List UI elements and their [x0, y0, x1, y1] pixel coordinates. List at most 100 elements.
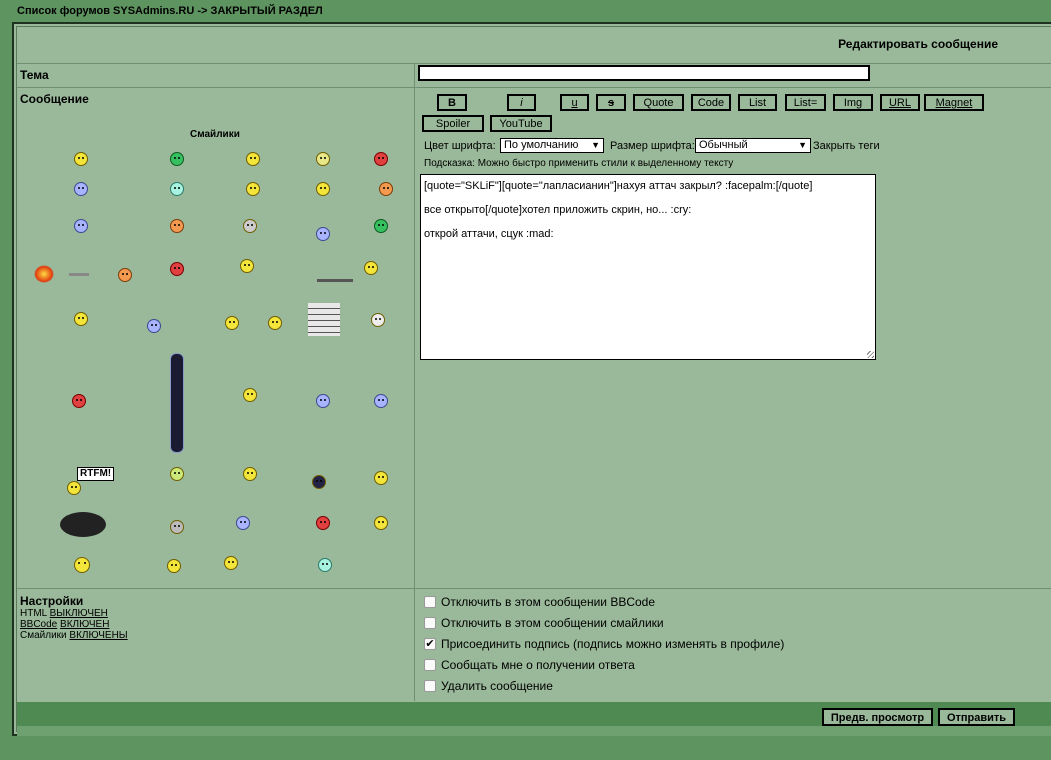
underline-button[interactable]: u: [560, 94, 589, 111]
grin-icon[interactable]: [170, 152, 184, 166]
checkbox[interactable]: [424, 680, 436, 692]
surprised-icon[interactable]: [170, 182, 184, 196]
sick-icon[interactable]: [374, 219, 388, 233]
quote-button[interactable]: Quote: [633, 94, 684, 111]
settings-title: Настройки: [20, 594, 84, 608]
wink-icon[interactable]: [74, 557, 90, 573]
shocked-icon[interactable]: [246, 182, 260, 196]
cool-icon[interactable]: [74, 219, 88, 233]
html-state-link[interactable]: ВЫКЛЮЧЕН: [50, 608, 108, 619]
submit-button[interactable]: Отправить: [938, 708, 1015, 726]
message-line: [quote="SKLiF"][quote="лапласианин"]наху…: [424, 180, 813, 192]
sunglasses-icon[interactable]: [170, 219, 184, 233]
neutral-icon[interactable]: [316, 152, 330, 166]
worried-icon[interactable]: [147, 319, 161, 333]
rtfm-smile-icon[interactable]: [67, 481, 81, 495]
blue-sad-icon[interactable]: [316, 394, 330, 408]
accordion-icon[interactable]: [224, 556, 238, 570]
checkbox[interactable]: [424, 617, 436, 629]
bold-button[interactable]: B: [437, 94, 467, 111]
dark-icon[interactable]: [312, 475, 326, 489]
preview-button[interactable]: Предв. просмотр: [822, 708, 933, 726]
angry-icon[interactable]: [374, 152, 388, 166]
frown-icon[interactable]: [374, 394, 388, 408]
smilies-title: Смайлики: [190, 129, 240, 140]
rtfm-sign[interactable]: RTFM!: [53, 467, 115, 481]
idea-icon[interactable]: [316, 227, 330, 241]
facepalm-icon[interactable]: [374, 516, 388, 530]
smilies-status: Смайлики ВКЛЮЧЕНЫ: [20, 630, 128, 641]
post-form: Редактировать сообщение Тема Сообщение С…: [12, 22, 1051, 736]
guitar-icon[interactable]: [240, 259, 254, 273]
option-label: Отключить в этом сообщении BBCode: [441, 595, 656, 609]
angel-icon[interactable]: [74, 312, 88, 326]
font-color-select[interactable]: По умолчанию ▼: [500, 138, 604, 153]
magnet-button[interactable]: Magnet: [924, 94, 984, 111]
tongue-icon[interactable]: [379, 182, 393, 196]
html-status: HTML ВЫКЛЮЧЕН: [20, 608, 108, 619]
viking-icon[interactable]: [170, 520, 184, 534]
subject-input[interactable]: [418, 65, 870, 81]
message-textarea[interactable]: [quote="SKLiF"][quote="лапласианин"]наху…: [420, 174, 876, 360]
italic-button[interactable]: i: [507, 94, 536, 111]
bbcode-state-link[interactable]: ВКЛЮЧЕН: [60, 619, 109, 630]
list-eq-button[interactable]: List=: [785, 94, 826, 111]
option-label: Отключить в этом сообщении смайлики: [441, 616, 664, 630]
wall-icon[interactable]: [308, 303, 340, 336]
smilies-state-link[interactable]: ВКЛЮЧЕНЫ: [69, 630, 127, 641]
breadcrumb-separator: ->: [197, 5, 208, 17]
ninja-icon[interactable]: [243, 219, 257, 233]
divider: [17, 588, 1051, 589]
smile-icon[interactable]: [74, 152, 88, 166]
evil-icon[interactable]: [170, 262, 184, 276]
font-size-label: Размер шрифта:: [610, 140, 695, 152]
checkbox-checked[interactable]: ✔: [424, 638, 436, 650]
banana-icon[interactable]: [243, 467, 257, 481]
section-link[interactable]: ЗАКРЫТЫЙ РАЗДЕЛ: [211, 5, 323, 17]
youtube-button[interactable]: YouTube: [490, 115, 552, 132]
forum-list-link[interactable]: Список форумов SYSAdmins.RU: [17, 5, 194, 17]
list-button[interactable]: List: [738, 94, 777, 111]
confused-icon[interactable]: [316, 182, 330, 196]
divider: [17, 87, 1051, 88]
checkbox[interactable]: [424, 596, 436, 608]
spoiler-button[interactable]: Spoiler: [422, 115, 484, 132]
column-divider: [414, 63, 415, 701]
shooting-icon[interactable]: [118, 268, 132, 282]
code-button[interactable]: Code: [691, 94, 731, 111]
crying-icon[interactable]: [374, 471, 388, 485]
flying-icon[interactable]: [243, 388, 257, 402]
snail-icon[interactable]: [236, 516, 250, 530]
option-label: Сообщать мне о получении ответа: [441, 658, 635, 672]
mad-icon[interactable]: [316, 516, 330, 530]
url-button[interactable]: URL: [880, 94, 920, 111]
dumbbell-icon[interactable]: [225, 316, 239, 330]
goofy-icon[interactable]: [170, 467, 184, 481]
sad-icon[interactable]: [74, 182, 88, 196]
resize-handle[interactable]: [867, 351, 874, 358]
explosion-icon[interactable]: [34, 265, 54, 283]
img-button[interactable]: Img: [833, 94, 873, 111]
message-line: все открыто[/quote]хотел приложить скрин…: [424, 204, 692, 216]
settings-block: Настройки HTML ВЫКЛЮЧЕН BBCode ВКЛЮЧЕН С…: [20, 594, 128, 641]
red-face-icon[interactable]: [72, 394, 86, 408]
drinking-icon[interactable]: [318, 558, 332, 572]
hint-text: Подсказка: Можно быстро применить стили …: [424, 158, 734, 169]
smoke-cloud-icon[interactable]: [60, 512, 106, 537]
tall-smile-icon[interactable]: [170, 353, 184, 453]
font-size-select[interactable]: Обычный ▼: [695, 138, 811, 153]
bbcode-link[interactable]: BBCode: [20, 619, 57, 630]
smile-icon[interactable]: [246, 152, 260, 166]
strike-button[interactable]: s: [596, 94, 626, 111]
toilet-icon[interactable]: [371, 313, 385, 327]
font-size-value: Обычный: [699, 139, 748, 151]
computer-icon[interactable]: [317, 263, 353, 282]
dumbbell-icon[interactable]: [268, 316, 282, 330]
rocket-icon: [69, 273, 89, 276]
tea-icon[interactable]: [167, 559, 181, 573]
breadcrumb: Список форумов SYSAdmins.RU -> ЗАКРЫТЫЙ …: [17, 5, 323, 17]
pc-user-icon[interactable]: [364, 261, 378, 275]
checkbox[interactable]: [424, 659, 436, 671]
close-tags-link[interactable]: Закрыть теги: [813, 140, 880, 152]
font-color-value: По умолчанию: [504, 139, 579, 151]
